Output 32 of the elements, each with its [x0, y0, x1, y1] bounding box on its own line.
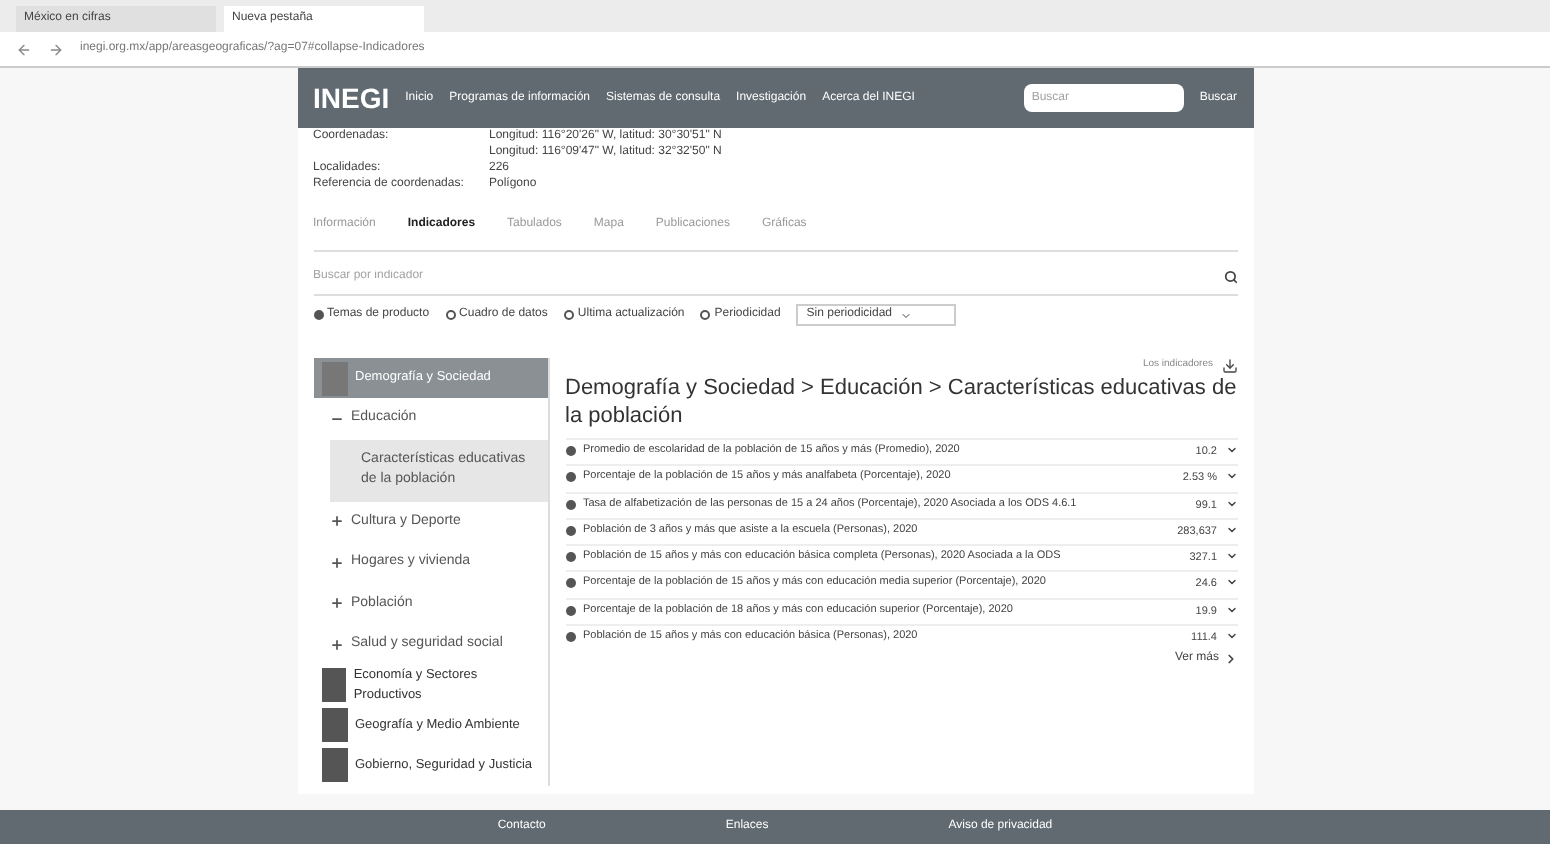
search-icon[interactable] [1223, 270, 1237, 284]
back-icon[interactable] [16, 41, 32, 57]
inegi-logo[interactable]: INEGI [313, 77, 390, 119]
plus-icon [329, 637, 343, 652]
forward-icon[interactable] [48, 41, 64, 57]
chevron-icon[interactable] [1225, 444, 1237, 456]
radio-button[interactable] [445, 310, 456, 320]
info-icon[interactable] [565, 631, 575, 642]
radio-button[interactable] [563, 310, 574, 320]
chevron-icon[interactable] [1225, 629, 1237, 642]
plus-icon [329, 514, 343, 529]
section-heading: Demografía y Sociedad > Educación > Características educativas de la población [565, 374, 1237, 430]
download-icon[interactable] [1221, 358, 1237, 374]
caret-icon [900, 309, 912, 321]
info-icon[interactable] [565, 552, 575, 562]
radio-button[interactable] [313, 310, 323, 320]
info-icon[interactable] [565, 472, 575, 483]
radio-button[interactable] [700, 310, 711, 320]
plus-icon [329, 555, 343, 570]
chevron-icon[interactable] [1225, 603, 1237, 615]
info-icon[interactable] [565, 578, 575, 589]
plus-icon [329, 596, 343, 611]
info-icon[interactable] [565, 446, 575, 456]
chevron-icon[interactable] [1225, 576, 1237, 589]
chevron-icon[interactable] [1225, 550, 1237, 562]
info-icon[interactable] [565, 525, 575, 536]
chevron-right-icon[interactable] [1223, 652, 1237, 666]
info-icon[interactable] [565, 605, 575, 615]
info-icon[interactable] [565, 499, 575, 509]
chevron-icon[interactable] [1225, 497, 1237, 509]
chevron-icon[interactable] [1225, 470, 1237, 483]
chevron-icon[interactable] [1225, 523, 1237, 536]
